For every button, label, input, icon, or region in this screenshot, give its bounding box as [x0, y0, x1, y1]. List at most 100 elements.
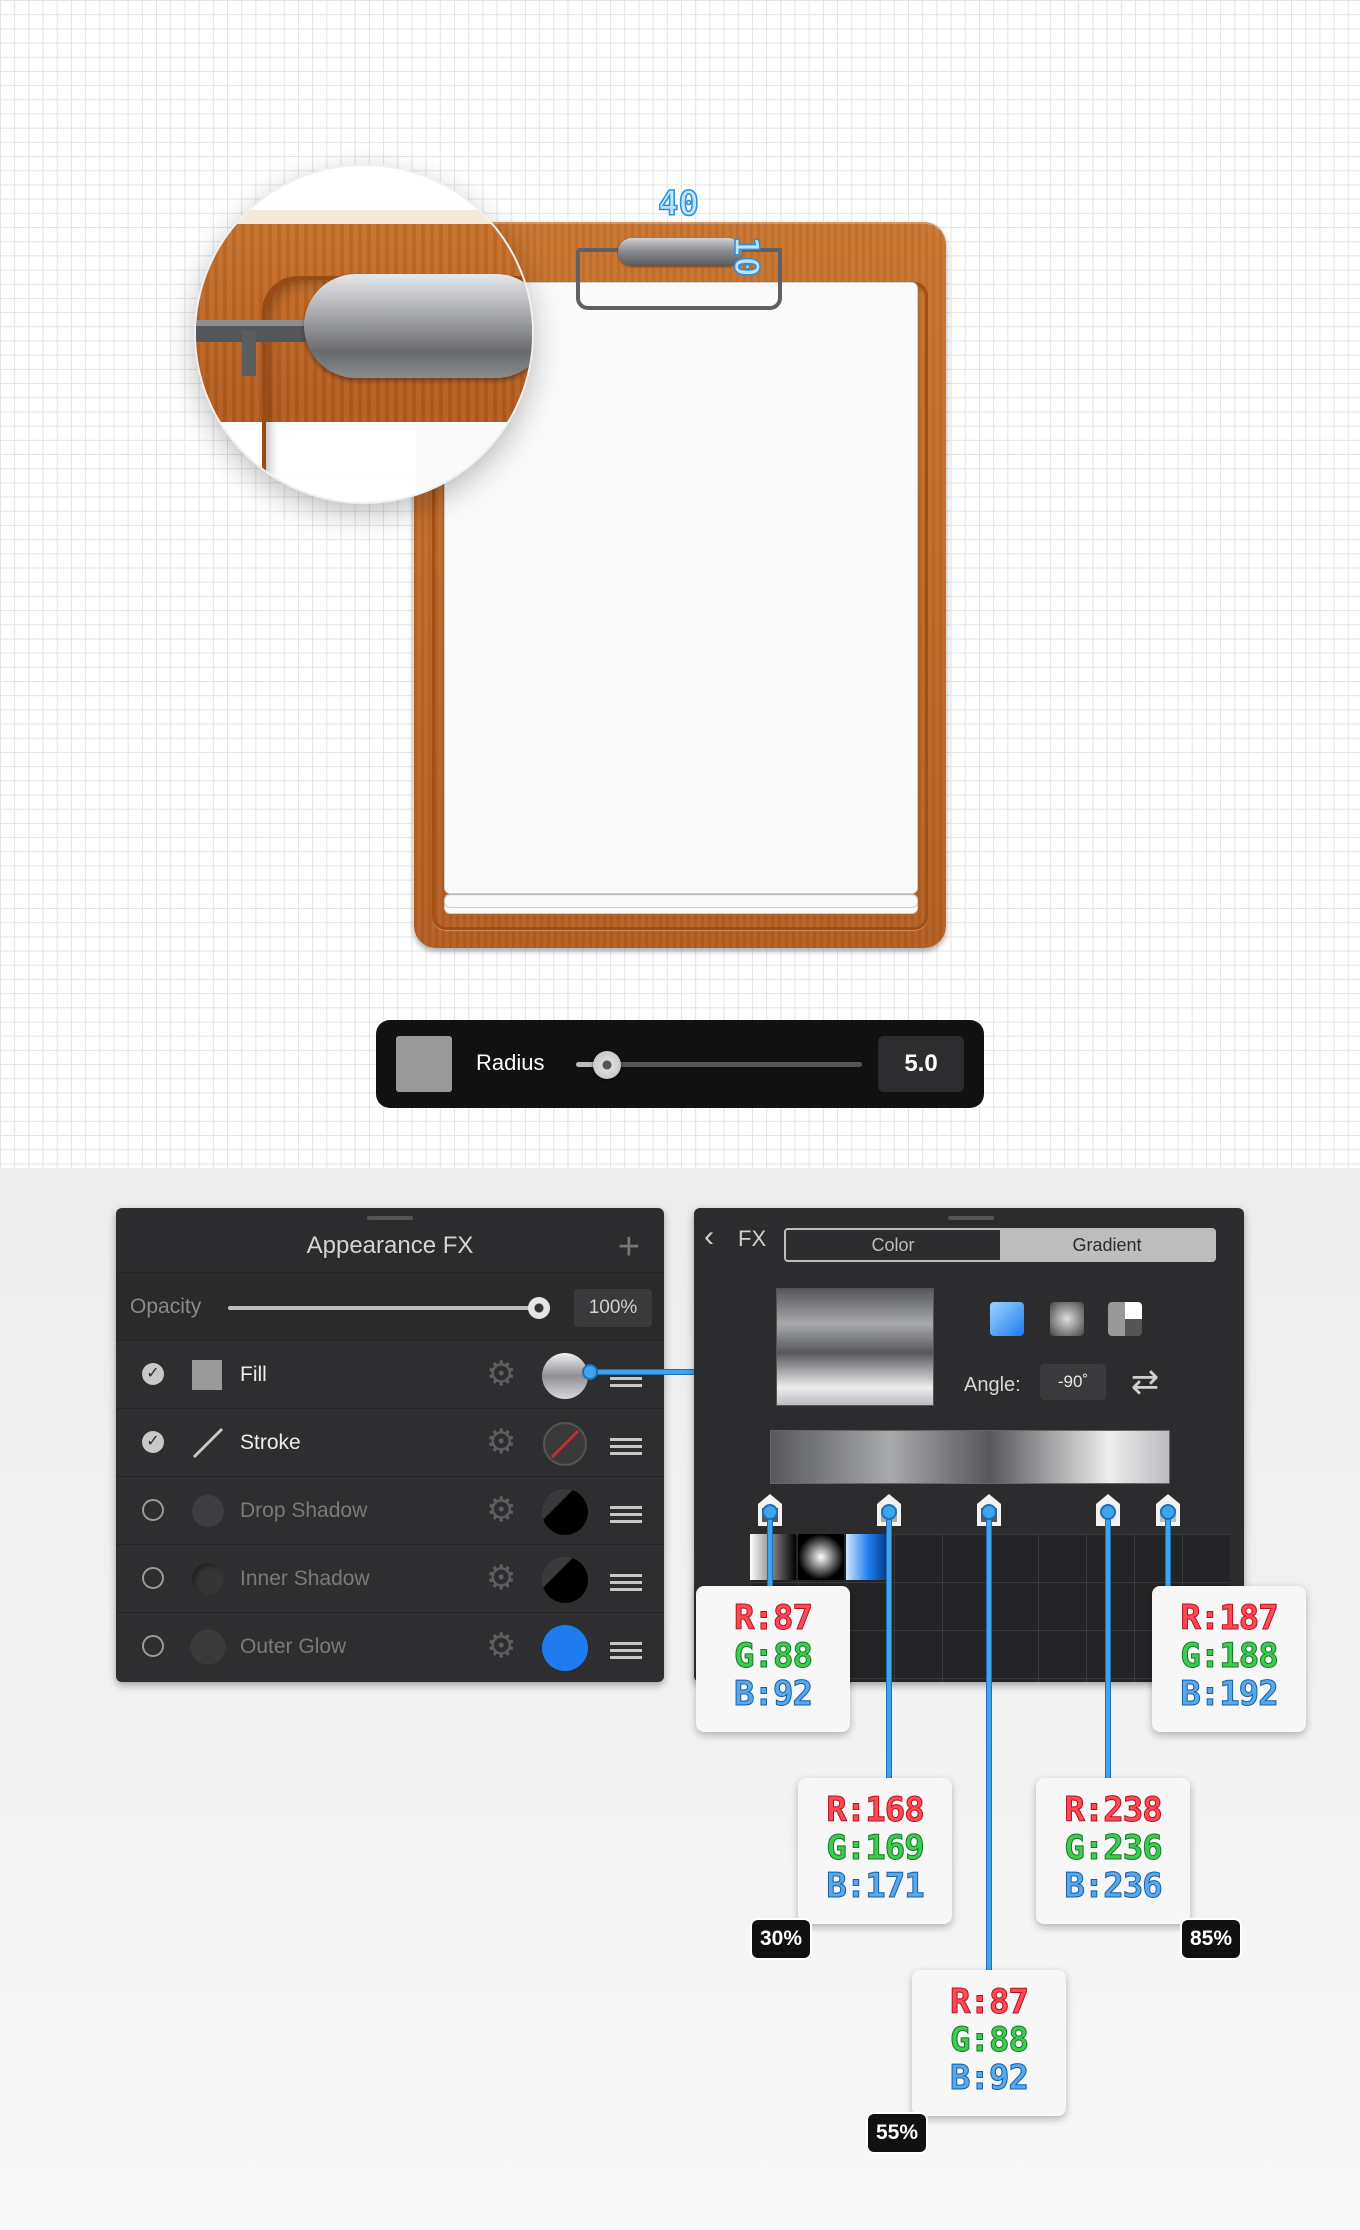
reorder-handle-icon[interactable]: [610, 1438, 642, 1459]
callout-g-value: G:169: [826, 1828, 925, 1869]
opacity-label: Opacity: [130, 1295, 202, 1318]
fill-square-icon: [192, 1360, 222, 1390]
fx-label-drop-shadow: Drop Shadow: [240, 1499, 368, 1522]
callout-g-value: G:188: [1180, 1636, 1279, 1677]
gear-icon[interactable]: ⚙: [486, 1356, 516, 1392]
radius-value-field[interactable]: 5.0: [878, 1036, 964, 1092]
radius-toolbar: Radius 5.0: [376, 1020, 984, 1108]
unchecked-circle-icon[interactable]: [142, 1567, 164, 1589]
panel-grab-handle[interactable]: [367, 1216, 413, 1220]
panel-title: Appearance FX: [306, 1232, 474, 1259]
zoom-clip-frame-corner: [242, 330, 256, 376]
width-dimension-label: 40: [657, 183, 699, 225]
linear-gradient-type-icon[interactable]: [990, 1302, 1024, 1336]
swap-direction-icon[interactable]: ⇄: [1124, 1364, 1166, 1400]
opacity-slider-track[interactable]: [228, 1306, 544, 1310]
preset-blue[interactable]: [846, 1534, 892, 1580]
callout-wire-dot: [762, 1504, 778, 1520]
reorder-handle-icon[interactable]: [610, 1574, 642, 1595]
callout-b-value: B:171: [826, 1866, 925, 1907]
angle-label: Angle:: [964, 1374, 1021, 1396]
stop-position-badge: 30%: [752, 1920, 811, 1958]
inner-shadow-icon: [192, 1563, 224, 1595]
callout-r-value: R:168: [826, 1790, 925, 1831]
unchecked-circle-icon[interactable]: [142, 1635, 164, 1657]
outer-glow-icon: [192, 1631, 224, 1663]
grid-canvas[interactable]: 40 10 Radius 5.0: [0, 0, 1360, 1168]
inner-shadow-color-swatch[interactable]: [542, 1557, 588, 1603]
radial-gradient-type-icon[interactable]: [1050, 1302, 1084, 1336]
appearance-fx-panel: Appearance FX + Opacity 100% ✓ Fill ⚙ ✓ …: [116, 1208, 664, 1682]
callout-b-value: B:92: [950, 2058, 1030, 2099]
reorder-handle-icon[interactable]: [610, 1506, 642, 1527]
panel-grab-handle[interactable]: [948, 1216, 994, 1220]
callout-r-value: R:187: [1180, 1598, 1279, 1639]
callout-wire-dot: [1160, 1504, 1176, 1520]
gear-icon[interactable]: ⚙: [486, 1492, 516, 1528]
fx-row-stroke[interactable]: ✓ Stroke ⚙: [116, 1408, 664, 1477]
stop-position-badge: 85%: [1182, 1920, 1241, 1958]
fx-label-outer-glow: Outer Glow: [240, 1635, 347, 1658]
color-callout-card: R:187 G:188 B:192: [1152, 1586, 1306, 1732]
plus-icon[interactable]: +: [618, 1228, 640, 1266]
unchecked-circle-icon[interactable]: [142, 1499, 164, 1521]
zoom-paper: [416, 424, 532, 502]
fx-row-inner-shadow[interactable]: Inner Shadow ⚙: [116, 1544, 664, 1613]
callout-wire-dot: [980, 1504, 997, 1520]
gradient-preview: [776, 1288, 934, 1406]
drop-shadow-icon: [192, 1495, 224, 1527]
checkmark-icon[interactable]: ✓: [142, 1431, 164, 1453]
gradient-strip[interactable]: [770, 1430, 1170, 1484]
color-callout-card: R:87 G:88 B:92: [696, 1586, 850, 1732]
callout-wire: [887, 1508, 892, 1778]
gear-icon[interactable]: ⚙: [486, 1424, 516, 1460]
callout-wire: [1106, 1508, 1111, 1778]
outer-glow-color-swatch[interactable]: [542, 1625, 588, 1671]
conical-gradient-type-icon[interactable]: [1108, 1302, 1142, 1336]
opacity-value-field[interactable]: 100%: [574, 1289, 652, 1327]
color-callout-card: R:168 G:169 B:171: [798, 1778, 952, 1924]
fill-connector-dot: [582, 1364, 598, 1380]
height-dimension-label: 10: [725, 235, 767, 277]
callout-g-value: G:88: [734, 1636, 814, 1677]
chevron-left-icon[interactable]: ‹: [704, 1222, 714, 1252]
gear-icon[interactable]: ⚙: [486, 1628, 516, 1664]
callout-r-value: R:87: [734, 1598, 814, 1639]
tab-gradient[interactable]: Gradient: [1000, 1230, 1214, 1260]
callout-g-value: G:236: [1064, 1828, 1163, 1869]
radius-slider-knob[interactable]: [593, 1051, 622, 1079]
color-gradient-segmented-control: Color Gradient: [784, 1228, 1216, 1262]
fx-row-outer-glow[interactable]: Outer Glow ⚙: [116, 1612, 664, 1681]
zoom-clip-pin: [304, 274, 532, 378]
callout-r-value: R:238: [1064, 1790, 1163, 1831]
radius-label: Radius: [476, 1050, 545, 1075]
fx-row-drop-shadow[interactable]: Drop Shadow ⚙: [116, 1476, 664, 1545]
callout-g-value: G:88: [950, 2020, 1030, 2061]
stroke-line-icon: [192, 1427, 224, 1459]
checkmark-icon[interactable]: ✓: [142, 1363, 164, 1385]
fx-label-stroke: Stroke: [240, 1431, 301, 1454]
shape-color-swatch[interactable]: [396, 1036, 452, 1092]
tab-color[interactable]: Color: [786, 1230, 1000, 1260]
reorder-handle-icon[interactable]: [610, 1642, 642, 1663]
clip-pin[interactable]: [618, 238, 742, 266]
angle-value-field[interactable]: -90˚: [1040, 1364, 1106, 1400]
fx-label-fill: Fill: [240, 1363, 267, 1386]
back-label[interactable]: FX: [738, 1226, 766, 1252]
gear-icon[interactable]: ⚙: [486, 1560, 516, 1596]
opacity-slider-knob[interactable]: [528, 1297, 550, 1319]
magnifier-zoom-view: [194, 164, 534, 504]
callout-wire: [986, 1508, 991, 1970]
fill-connector-line: [588, 1370, 694, 1374]
stop-position-badge: 55%: [868, 2114, 927, 2152]
preset-radial-white[interactable]: [798, 1534, 844, 1580]
stroke-none-swatch[interactable]: [542, 1421, 588, 1467]
paper-sheet-middle: [444, 894, 918, 908]
callout-b-value: B:192: [1180, 1674, 1279, 1715]
fill-gradient-swatch[interactable]: [542, 1353, 588, 1399]
preset-black-white[interactable]: [750, 1534, 796, 1580]
color-callout-card: R:238 G:236 B:236: [1036, 1778, 1190, 1924]
opacity-row: Opacity 100%: [116, 1272, 664, 1341]
drop-shadow-color-swatch[interactable]: [542, 1489, 588, 1535]
callout-b-value: B:236: [1064, 1866, 1163, 1907]
